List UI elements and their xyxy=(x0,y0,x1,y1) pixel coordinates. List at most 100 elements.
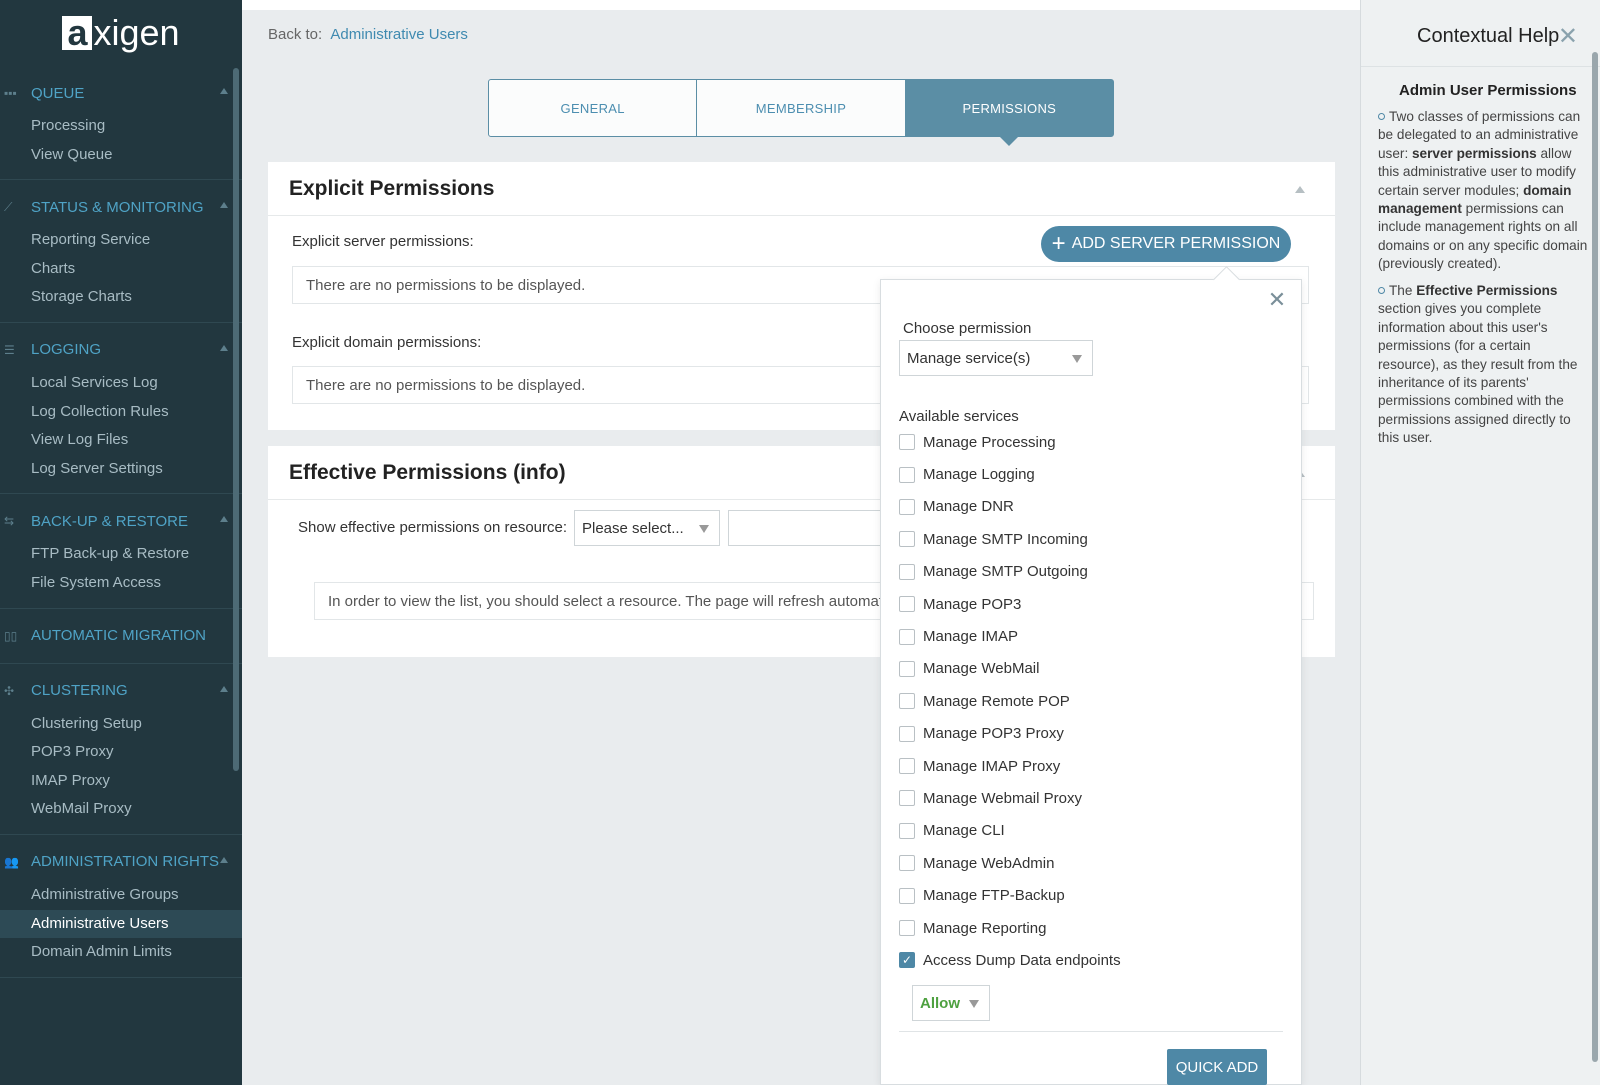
sidebar-section-header[interactable]: ⇆ BACK-UP & RESTORE xyxy=(0,506,242,536)
service-checkbox[interactable] xyxy=(899,563,915,580)
service-checkbox[interactable] xyxy=(899,920,915,937)
close-icon[interactable]: ✕ xyxy=(1558,22,1578,51)
choose-permission-select[interactable]: Manage service(s) xyxy=(899,340,1093,376)
service-checkbox[interactable] xyxy=(899,596,915,613)
sidebar-section-title: LOGGING xyxy=(31,341,102,359)
service-checkbox[interactable] xyxy=(899,758,915,775)
allow-select[interactable]: Allow xyxy=(912,985,990,1021)
axigen-logo[interactable]: a xigen xyxy=(0,0,242,66)
service-checkbox[interactable] xyxy=(899,693,915,710)
service-checkbox[interactable] xyxy=(899,466,915,483)
service-checkbox[interactable] xyxy=(899,887,915,904)
explicit-permissions-header[interactable]: Explicit Permissions xyxy=(268,162,1335,216)
service-label: Manage FTP-Backup xyxy=(923,887,1065,905)
sidebar-item[interactable]: View Log Files xyxy=(0,426,242,455)
collapse-caret-icon[interactable] xyxy=(220,856,228,863)
sidebar-item[interactable]: Reporting Service xyxy=(0,226,242,255)
bullet-icon xyxy=(1378,113,1385,120)
sidebar-item[interactable]: Administrative Groups xyxy=(0,881,242,910)
service-checkbox[interactable] xyxy=(899,660,915,677)
service-label: Manage DNR xyxy=(923,498,1014,516)
service-option[interactable]: Manage Webmail Proxy xyxy=(899,782,1279,814)
service-label: Manage CLI xyxy=(923,822,1005,840)
service-option[interactable]: Manage IMAP xyxy=(899,620,1279,652)
sidebar-item[interactable]: Charts xyxy=(0,255,242,284)
explicit-permissions-title: Explicit Permissions xyxy=(289,176,495,200)
sidebar-item[interactable]: FTP Back-up & Restore xyxy=(0,540,242,569)
breadcrumb-link[interactable]: Administrative Users xyxy=(330,26,468,43)
service-checkbox[interactable]: ✓ xyxy=(899,952,915,969)
sidebar-item[interactable]: View Queue xyxy=(0,141,242,170)
collapse-caret-icon[interactable] xyxy=(220,685,228,692)
service-checkbox[interactable] xyxy=(899,498,915,515)
tab-permissions[interactable]: PERMISSIONS xyxy=(905,80,1113,146)
sidebar-item[interactable]: Domain Admin Limits xyxy=(0,938,242,967)
service-option[interactable]: Manage Reporting xyxy=(899,912,1279,944)
service-option[interactable]: Manage Processing xyxy=(899,426,1279,458)
service-label: Manage WebAdmin xyxy=(923,854,1055,872)
sidebar-section-header[interactable]: ▪▪▪ QUEUE xyxy=(0,78,242,108)
service-option[interactable]: Manage Logging xyxy=(899,458,1279,490)
contextual-help-panel: Contextual Help ✕ Admin User Permissions… xyxy=(1360,0,1600,1085)
service-checkbox[interactable] xyxy=(899,725,915,742)
sidebar-item[interactable]: Processing xyxy=(0,112,242,141)
service-option[interactable]: ✓ Access Dump Data endpoints xyxy=(899,944,1279,976)
sidebar-section-header[interactable]: ☰ LOGGING xyxy=(0,335,242,365)
dropdown-arrow-icon xyxy=(699,525,709,533)
resource-select[interactable]: Please select... xyxy=(574,510,720,546)
add-permission-popup: ✕ Choose permission Manage service(s) Av… xyxy=(880,279,1302,1085)
sidebar-item[interactable]: WebMail Proxy xyxy=(0,795,242,824)
service-option[interactable]: Manage POP3 xyxy=(899,588,1279,620)
close-icon[interactable]: ✕ xyxy=(1267,289,1287,311)
sidebar-section: ✣ CLUSTERING Clustering Setup POP3 Proxy IMA… xyxy=(0,676,242,835)
sidebar-items: Processing View Queue xyxy=(0,108,242,179)
service-option[interactable]: Manage FTP-Backup xyxy=(899,879,1279,911)
collapse-caret-icon[interactable] xyxy=(220,344,228,351)
sidebar-item[interactable]: Log Collection Rules xyxy=(0,398,242,427)
service-checkbox[interactable] xyxy=(899,628,915,645)
service-checkbox[interactable] xyxy=(899,531,915,548)
tab-general[interactable]: GENERAL xyxy=(489,80,698,136)
service-checkbox[interactable] xyxy=(899,855,915,872)
tab-membership[interactable]: MEMBERSHIP xyxy=(697,80,906,136)
service-option[interactable]: Manage POP3 Proxy xyxy=(899,718,1279,750)
admin-rights-icon: 👥 xyxy=(4,854,19,869)
sidebar-section-header[interactable]: 👥 ADMINISTRATION RIGHTS xyxy=(0,847,242,877)
service-option[interactable]: Manage DNR xyxy=(899,491,1279,523)
service-label: Manage Logging xyxy=(923,466,1035,484)
sidebar-items: Local Services Log Log Collection Rules Vi… xyxy=(0,365,242,493)
sidebar-item[interactable]: Administrative Users xyxy=(0,909,242,939)
sidebar-item[interactable]: File System Access xyxy=(0,569,242,598)
service-label: Manage Reporting xyxy=(923,919,1047,937)
sidebar-section-header[interactable]: ⟋ STATUS & MONITORING xyxy=(0,192,242,222)
tab-bar: GENERAL MEMBERSHIP PERMISSIONS xyxy=(488,79,1114,146)
quick-add-button[interactable]: QUICK ADD xyxy=(1167,1049,1267,1085)
help-scrollbar[interactable] xyxy=(1592,52,1598,1062)
collapse-caret-icon[interactable] xyxy=(220,516,228,523)
service-option[interactable]: Manage WebMail xyxy=(899,653,1279,685)
service-option[interactable]: Manage SMTP Outgoing xyxy=(899,556,1279,588)
sidebar-item[interactable]: Local Services Log xyxy=(0,369,242,398)
sidebar-section-header[interactable]: ✣ CLUSTERING xyxy=(0,676,242,706)
sidebar-section: 👥 ADMINISTRATION RIGHTS Administrative Gro… xyxy=(0,847,242,978)
sidebar-item[interactable]: Clustering Setup xyxy=(0,710,242,739)
collapse-caret-icon[interactable] xyxy=(220,202,228,209)
service-option[interactable]: Manage WebAdmin xyxy=(899,847,1279,879)
service-option[interactable]: Manage IMAP Proxy xyxy=(899,750,1279,782)
collapse-caret-icon[interactable] xyxy=(220,88,228,94)
service-checkbox[interactable] xyxy=(899,822,915,839)
add-server-permission-button[interactable]: + ADD SERVER PERMISSION xyxy=(1041,226,1291,262)
service-checkbox[interactable] xyxy=(899,434,915,451)
service-label: Manage Processing xyxy=(923,433,1056,451)
service-option[interactable]: Manage SMTP Incoming xyxy=(899,523,1279,555)
sidebar-item[interactable]: Storage Charts xyxy=(0,283,242,312)
sidebar-item[interactable]: IMAP Proxy xyxy=(0,767,242,796)
sidebar-item[interactable]: POP3 Proxy xyxy=(0,738,242,767)
sidebar-item[interactable]: Log Server Settings xyxy=(0,455,242,484)
collapse-caret-icon[interactable] xyxy=(1295,186,1305,193)
service-option[interactable]: Manage CLI xyxy=(899,815,1279,847)
sidebar-scrollbar[interactable] xyxy=(233,68,239,771)
service-option[interactable]: Manage Remote POP xyxy=(899,685,1279,717)
service-checkbox[interactable] xyxy=(899,790,915,807)
sidebar-section-header[interactable]: ▯▯ AUTOMATIC MIGRATION xyxy=(0,621,242,651)
